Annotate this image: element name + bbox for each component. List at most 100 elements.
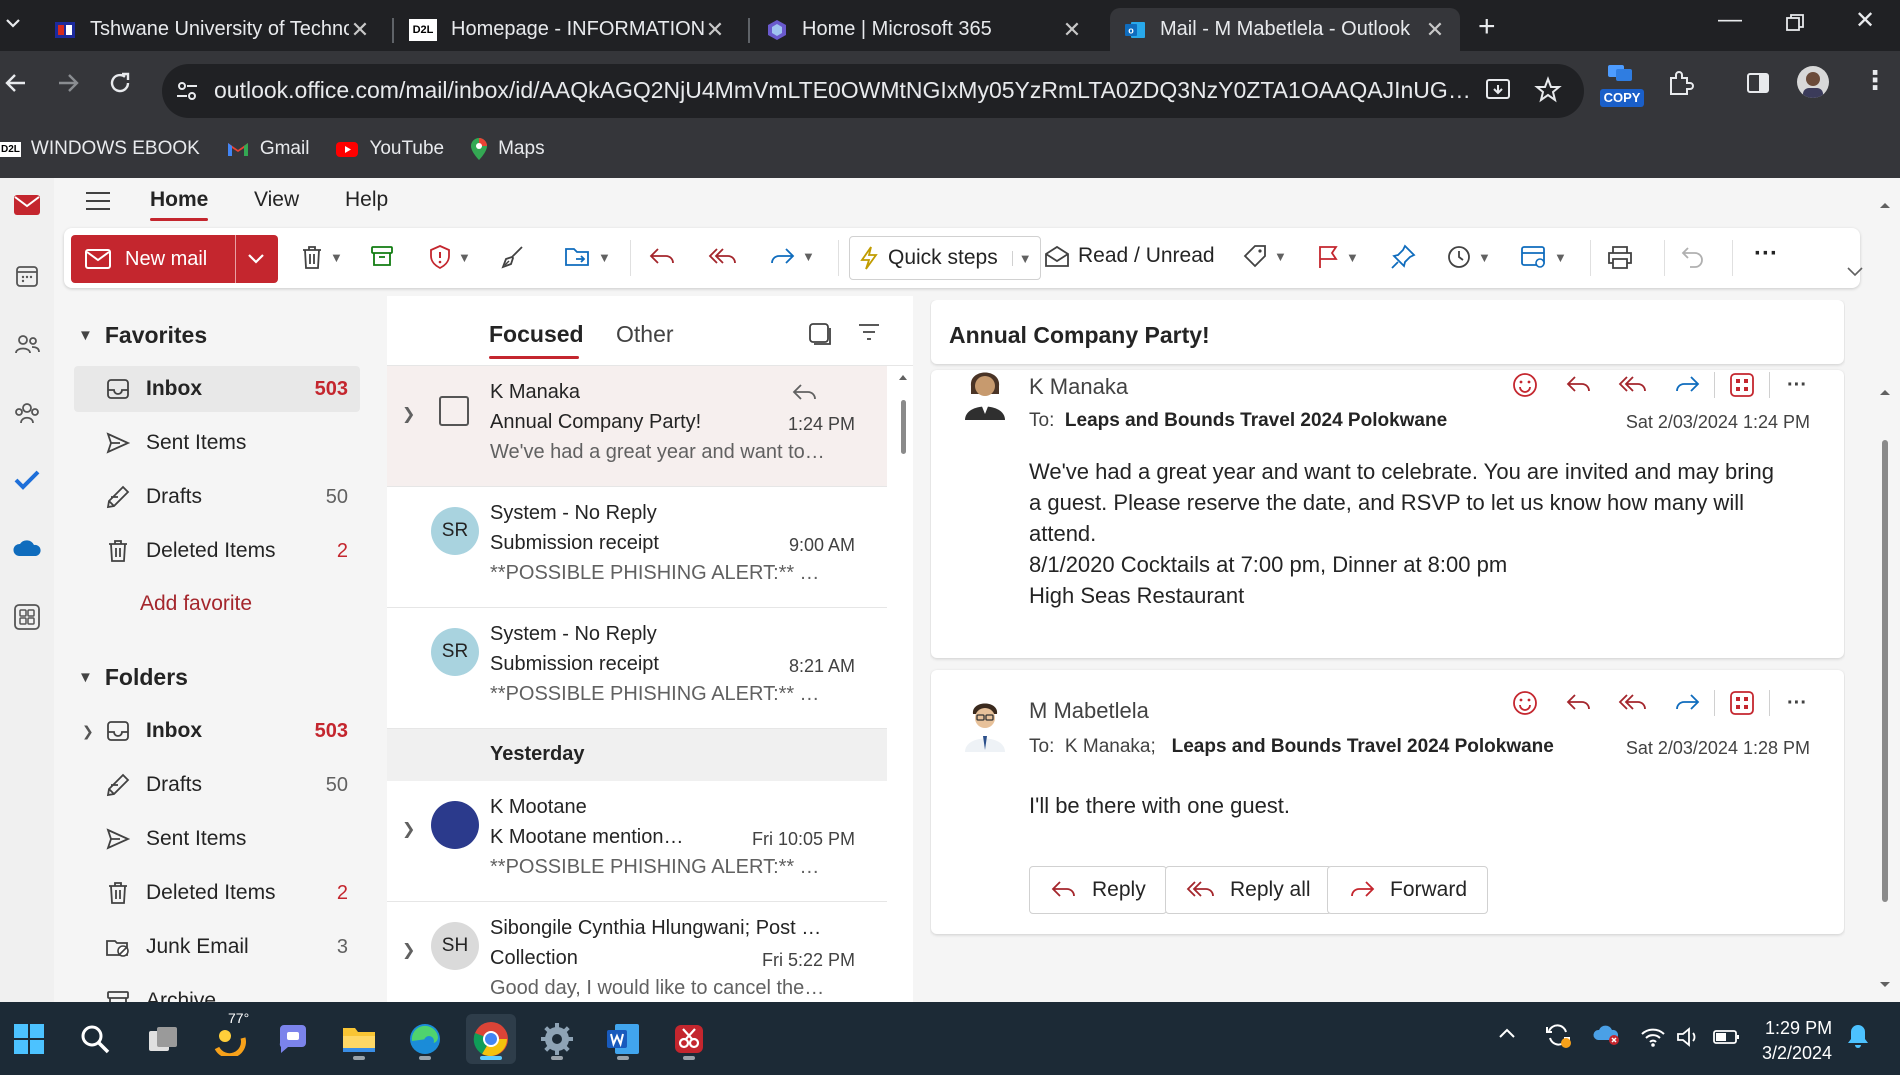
forward-icon[interactable] [1660,374,1714,396]
address-bar[interactable]: outlook.office.com/mail/inbox/id/AAQkAGQ… [162,64,1584,118]
minimize-icon[interactable]: — [1718,6,1742,34]
chevron-down-icon[interactable]: ▼ [1274,249,1287,264]
close-tab-icon[interactable]: ✕ [704,17,726,43]
ribbon-expand-icon[interactable] [1846,264,1864,278]
tab-search-icon[interactable] [4,14,22,32]
bookmark-gmail[interactable]: Gmail [226,138,309,160]
close-tab-icon[interactable]: ✕ [1061,17,1083,43]
sender-avatar[interactable] [959,694,1011,752]
folder-sent-items[interactable]: Sent Items [74,816,360,862]
battery-icon[interactable] [1712,1026,1740,1048]
close-window-icon[interactable]: ✕ [1855,6,1875,35]
filter-icon[interactable] [857,322,881,342]
message-checkbox[interactable] [439,396,469,426]
quick-steps-button[interactable]: Quick steps ▼ [849,236,1041,280]
folder-junk-email[interactable]: Junk Email 3 [74,924,360,970]
install-app-icon[interactable] [1484,76,1512,104]
word-app-icon[interactable] [598,1014,648,1064]
chevron-down-icon[interactable]: ▼ [1478,250,1491,265]
new-mail-button[interactable]: New mail [71,235,278,283]
print-button[interactable] [1606,244,1634,270]
reply-all-button[interactable]: Reply all [1165,866,1332,914]
chevron-down-icon[interactable]: ▼ [330,250,343,265]
sweep-button[interactable] [500,244,526,270]
sender-avatar[interactable] [959,370,1011,420]
tab-other[interactable]: Other [616,321,674,348]
folder-drafts[interactable]: Drafts 50 [74,762,360,808]
browser-tab-outlook[interactable]: o Mail - M Mabetlela - Outlook ✕ [1110,8,1460,51]
message-row[interactable]: SR System - No Reply Submission receipt … [387,487,887,608]
reply-button[interactable]: Reply [1029,866,1167,914]
read-unread-button[interactable]: Read / Unread [1044,244,1215,268]
more-apps-icon[interactable] [0,604,54,630]
onedrive-app-icon[interactable] [0,538,54,558]
back-icon[interactable] [4,71,28,95]
close-tab-icon[interactable]: ✕ [1424,17,1446,43]
reaction-smile-icon[interactable] [1498,372,1552,398]
reload-icon[interactable] [108,71,132,95]
undo-button[interactable] [1680,244,1706,270]
mail-app-icon[interactable] [0,194,54,216]
chevron-down-icon[interactable]: ▼ [1554,250,1567,265]
show-hidden-icons-icon[interactable] [1498,1026,1516,1040]
people-app-icon[interactable] [0,332,54,356]
chevron-right-icon[interactable]: ❯ [402,404,415,424]
chevron-down-icon[interactable]: ▼ [802,249,815,264]
reply-icon[interactable] [1552,692,1606,714]
browser-tab-m365[interactable]: Home | Microsoft 365 ✕ [752,8,1097,51]
chevron-right-icon[interactable]: ❯ [402,819,415,839]
recipient-name[interactable]: Leaps and Bounds Travel 2024 Polokwane [1065,410,1447,431]
favorite-inbox[interactable]: Inbox 503 [74,366,360,412]
chevron-down-icon[interactable]: ▼ [1011,250,1032,266]
browser-tab-tut[interactable]: Tshwane University of Technolo ✕ [40,8,385,51]
message-row[interactable]: SR System - No Reply Submission receipt … [387,608,887,729]
tab-view[interactable]: View [254,188,299,212]
onedrive-status-icon[interactable] [1592,1024,1622,1046]
report-button[interactable]: ▼ [428,244,471,270]
folder-inbox[interactable]: ❯ Inbox 503 [74,708,360,754]
chevron-right-icon[interactable]: ❯ [402,940,415,960]
reaction-smile-icon[interactable] [1498,690,1552,716]
site-info-icon[interactable] [174,78,200,104]
profile-avatar[interactable] [1797,66,1829,98]
side-panel-icon[interactable] [1746,71,1770,95]
calendar-app-icon[interactable] [0,264,54,288]
delete-button[interactable]: ▼ [300,244,343,270]
settings-gear-icon[interactable] [532,1014,582,1064]
apps-grid-icon[interactable] [1715,690,1769,716]
tab-focused[interactable]: Focused [489,321,584,348]
message-row[interactable]: ❯ SH Sibongile Cynthia Hlungwani; Post O… [387,902,887,1002]
more-actions-icon[interactable]: ··· [1770,692,1824,715]
recipient-name[interactable]: Leaps and Bounds Travel 2024 Polokwane [1172,736,1554,757]
forward-icon[interactable] [1660,692,1714,714]
folders-header[interactable]: ▼ Folders [78,664,188,691]
todo-app-icon[interactable] [0,468,54,492]
pin-button[interactable] [1390,244,1416,270]
new-tab-icon[interactable]: + [1478,10,1496,44]
volume-icon[interactable] [1676,1026,1700,1048]
chevron-down-icon[interactable]: ▼ [458,250,471,265]
chevron-down-icon[interactable]: ▼ [598,250,611,265]
hamburger-menu-icon[interactable] [84,190,112,212]
forward-icon[interactable] [56,71,80,95]
more-options-icon[interactable]: ··· [1754,240,1778,268]
bookmark-windows-ebook[interactable]: D2L WINDOWS EBOOK [0,138,200,160]
bookmark-maps[interactable]: Maps [470,137,545,161]
groups-app-icon[interactable] [0,400,54,426]
folder-deleted-items[interactable]: Deleted Items 2 [74,870,360,916]
snipping-tool-icon[interactable] [664,1014,714,1064]
select-mode-icon[interactable] [808,322,832,346]
favorite-deleted-items[interactable]: Deleted Items 2 [74,528,360,574]
folder-archive[interactable]: Archive [74,978,360,1002]
copy-extension-icon[interactable]: COPY [1600,63,1644,109]
url-text[interactable]: outlook.office.com/mail/inbox/id/AAQkAGQ… [214,77,1484,104]
snooze-button[interactable]: ▼ [1446,244,1491,270]
email-sender[interactable]: M Mabetlela [1029,698,1149,724]
favorites-header[interactable]: ▼ Favorites [78,322,207,349]
browser-menu-icon[interactable]: ⋮ [1862,65,1888,96]
forward-button[interactable]: ▼ [768,244,815,268]
weather-temperature[interactable]: 77° [228,1010,249,1026]
rules-button[interactable]: ▼ [1520,244,1567,270]
tab-help[interactable]: Help [345,188,388,212]
system-clock[interactable]: 1:29 PM 3/2/2024 [1762,1016,1832,1066]
